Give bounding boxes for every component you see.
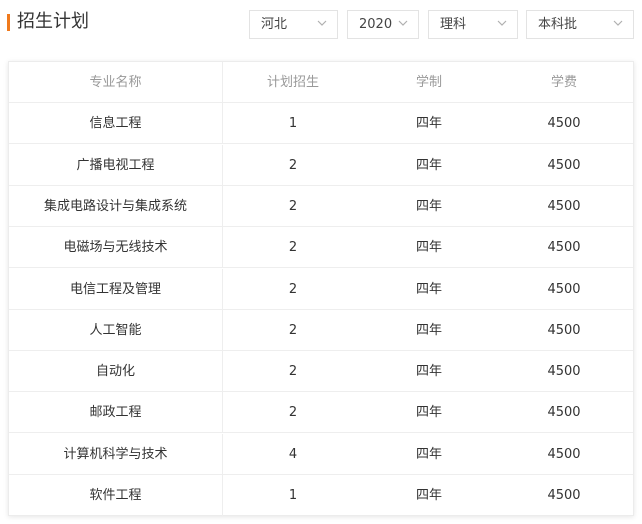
chevron-down-icon — [497, 11, 509, 38]
cell-major: 自动化 — [9, 351, 223, 393]
cell-major: 集成电路设计与集成系统 — [9, 185, 223, 227]
cell-fee: 4500 — [547, 281, 581, 297]
cell-major: 人工智能 — [9, 309, 223, 351]
subject-type-select-value: 理科 — [440, 17, 467, 32]
cell-plan: 2 — [288, 198, 298, 214]
year-select-value: 2020 — [359, 17, 393, 32]
table-row: 电磁场与无线技术 2 四年 4500 — [9, 227, 633, 269]
cell-major: 电信工程及管理 — [9, 268, 223, 310]
table-row: 信息工程 1 四年 4500 — [9, 103, 633, 145]
column-header-major: 专业名称 — [9, 62, 223, 103]
cell-plan: 2 — [288, 240, 298, 256]
column-header-plan: 计划招生 — [266, 75, 319, 90]
cell-duration: 四年 — [415, 198, 442, 214]
cell-duration: 四年 — [415, 240, 442, 256]
cell-fee: 4500 — [547, 157, 581, 173]
cell-plan: 2 — [288, 157, 298, 173]
cell-plan: 2 — [288, 405, 298, 421]
year-select[interactable]: 2020 — [347, 10, 419, 39]
table-row: 自动化 2 四年 4500 — [9, 351, 633, 393]
cell-fee: 4500 — [547, 322, 581, 338]
cell-major: 电磁场与无线技术 — [9, 227, 223, 269]
table-row: 软件工程 1 四年 4500 — [9, 475, 633, 516]
cell-duration: 四年 — [415, 322, 442, 338]
table-row: 电信工程及管理 2 四年 4500 — [9, 268, 633, 310]
cell-major: 软件工程 — [9, 475, 223, 516]
batch-select[interactable]: 本科批 — [526, 10, 634, 39]
cell-major: 计算机科学与技术 — [9, 433, 223, 475]
batch-select-value: 本科批 — [538, 17, 578, 32]
table-row: 计算机科学与技术 4 四年 4500 — [9, 433, 633, 475]
column-header-fee: 学费 — [550, 75, 577, 90]
table-row: 集成电路设计与集成系统 2 四年 4500 — [9, 185, 633, 227]
page-title: 招生计划 — [17, 11, 89, 32]
chevron-down-icon — [398, 11, 410, 38]
cell-major: 广播电视工程 — [9, 144, 223, 186]
cell-fee: 4500 — [547, 405, 581, 421]
cell-duration: 四年 — [415, 281, 442, 297]
province-select-value: 河北 — [261, 17, 288, 32]
cell-plan: 2 — [288, 281, 298, 297]
enrollment-plan-table: 专业名称 计划招生 学制 学费 信息工程 1 四年 4500 广播电视工程 2 四年 4500… — [8, 61, 634, 516]
cell-plan: 1 — [288, 116, 298, 132]
chevron-down-icon — [613, 11, 625, 38]
cell-fee: 4500 — [547, 446, 581, 462]
cell-fee: 4500 — [547, 240, 581, 256]
cell-duration: 四年 — [415, 446, 442, 462]
chevron-down-icon — [317, 11, 329, 38]
subject-type-select[interactable]: 理科 — [428, 10, 518, 39]
cell-plan: 4 — [288, 446, 298, 462]
cell-fee: 4500 — [547, 488, 581, 503]
column-header-duration: 学制 — [415, 75, 442, 90]
cell-duration: 四年 — [415, 405, 442, 421]
cell-fee: 4500 — [547, 364, 581, 380]
cell-plan: 2 — [288, 322, 298, 338]
table-row: 广播电视工程 2 四年 4500 — [9, 144, 633, 186]
cell-duration: 四年 — [415, 157, 442, 173]
cell-duration: 四年 — [415, 364, 442, 380]
cell-plan: 1 — [288, 488, 298, 503]
cell-fee: 4500 — [547, 116, 581, 132]
table-row: 人工智能 2 四年 4500 — [9, 309, 633, 351]
page-header: 招生计划 河北 2020 理科 本科批 — [0, 0, 642, 48]
cell-major: 信息工程 — [9, 103, 223, 145]
table-header-row: 专业名称 计划招生 学制 学费 — [9, 62, 633, 103]
cell-major: 邮政工程 — [9, 392, 223, 434]
province-select[interactable]: 河北 — [249, 10, 338, 39]
cell-plan: 2 — [288, 364, 298, 380]
cell-fee: 4500 — [547, 198, 581, 214]
table-row: 邮政工程 2 四年 4500 — [9, 392, 633, 434]
title-accent-bar — [7, 14, 10, 31]
cell-duration: 四年 — [415, 488, 442, 503]
cell-duration: 四年 — [415, 116, 442, 132]
